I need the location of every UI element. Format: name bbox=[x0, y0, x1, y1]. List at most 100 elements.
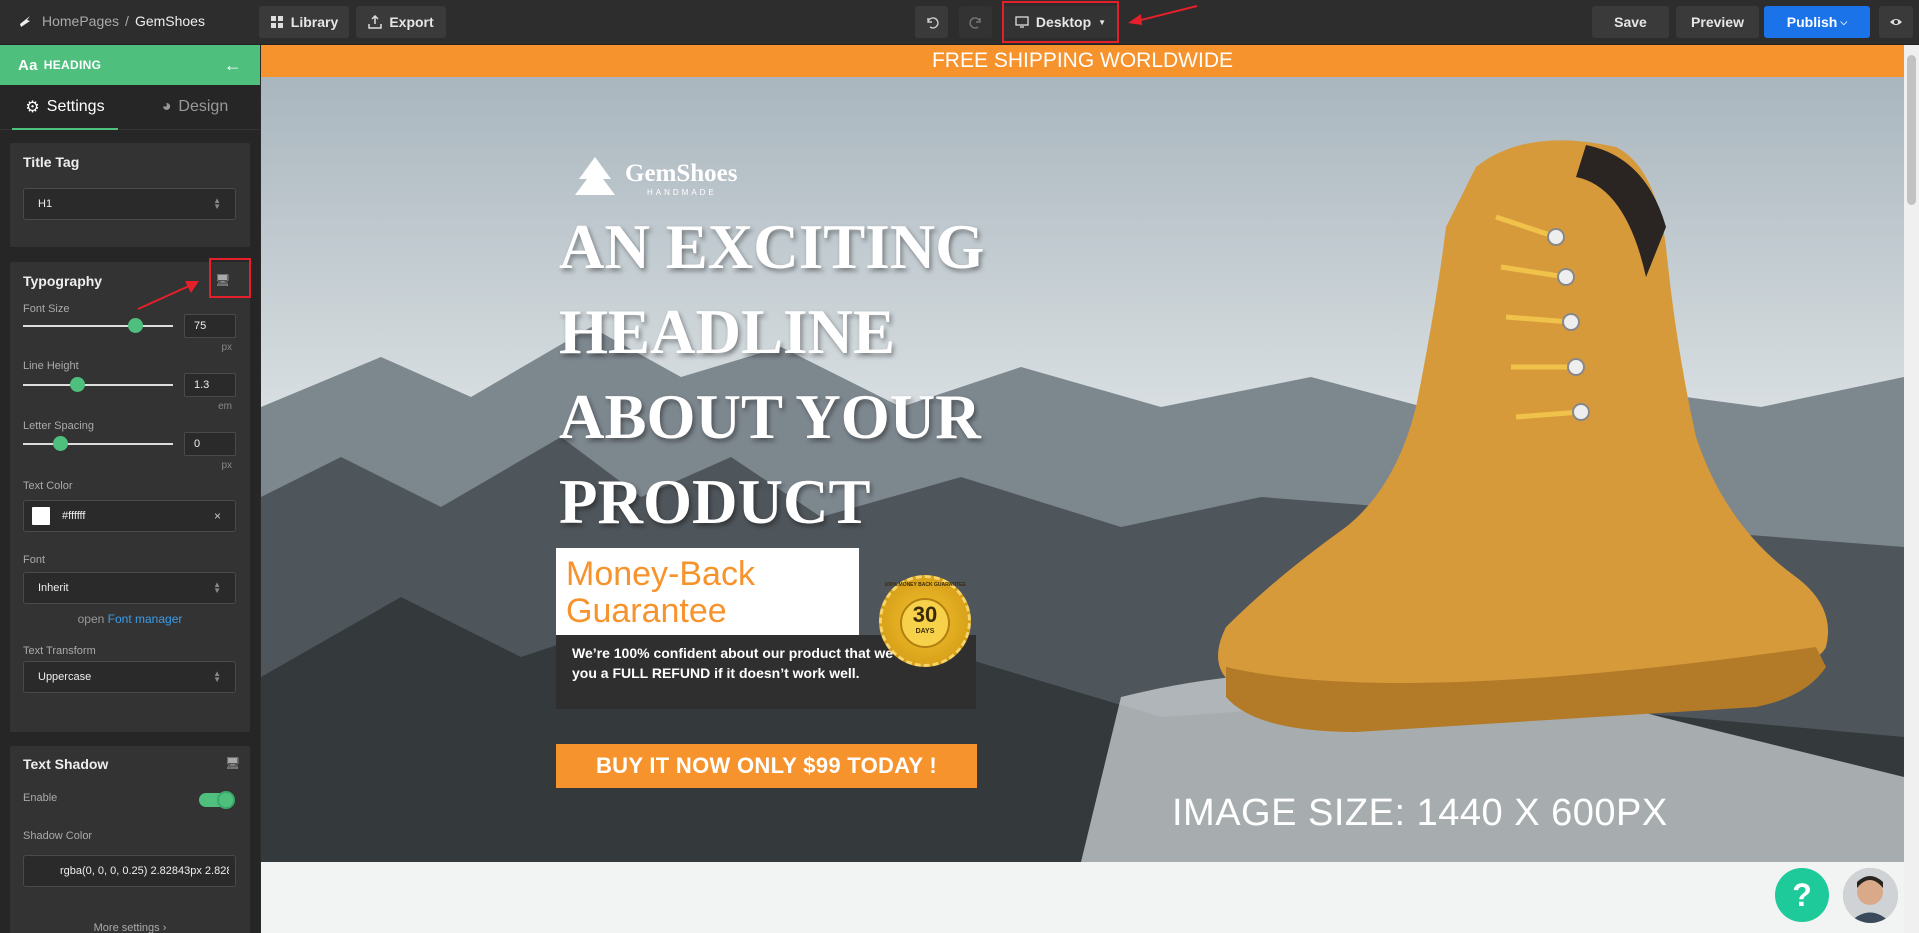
export-icon bbox=[368, 15, 383, 29]
select-arrows-icon: ▲ ▼ bbox=[213, 196, 221, 211]
font-label: Font bbox=[23, 554, 46, 566]
preview-label: Preview bbox=[1691, 14, 1744, 30]
letter-spacing-input[interactable]: 0 bbox=[184, 432, 236, 456]
font-size-input[interactable]: 75 bbox=[184, 314, 236, 338]
toggle-knob bbox=[217, 791, 235, 809]
shipping-banner[interactable]: FREE SHIPPING WORLDWIDE bbox=[261, 45, 1904, 77]
text-shadow-label: Text Shadow bbox=[23, 756, 109, 772]
hero-headline[interactable]: An exciting headline about your product bbox=[559, 205, 1039, 545]
breadcrumb-separator: / bbox=[125, 13, 129, 29]
letter-spacing-slider-handle[interactable] bbox=[53, 436, 68, 451]
app-logo-icon bbox=[20, 16, 30, 27]
line-height-slider-handle[interactable] bbox=[70, 377, 85, 392]
help-button[interactable]: ? bbox=[1775, 868, 1829, 922]
export-button[interactable]: Export bbox=[356, 6, 446, 38]
save-label: Save bbox=[1614, 14, 1647, 30]
font-manager-link[interactable]: Font manager bbox=[108, 612, 183, 626]
font-value: Inherit bbox=[38, 582, 69, 594]
breadcrumb: HomePages / GemShoes bbox=[18, 13, 205, 29]
letter-spacing-slider[interactable] bbox=[23, 436, 173, 451]
tab-design-label: Design bbox=[178, 98, 229, 115]
support-avatar[interactable] bbox=[1843, 868, 1898, 923]
save-button[interactable]: Save bbox=[1592, 6, 1669, 38]
text-color-value: #ffffff bbox=[62, 510, 86, 522]
export-label: Export bbox=[389, 14, 434, 30]
open-text: open bbox=[77, 612, 105, 626]
annotation-arrow-icon bbox=[137, 281, 199, 310]
tab-settings-label: Settings bbox=[46, 98, 105, 115]
text-color-field[interactable]: #ffffff × bbox=[23, 500, 236, 532]
library-label: Library bbox=[290, 14, 339, 30]
title-tag-select[interactable]: H1 ▲ ▼ bbox=[23, 188, 236, 220]
letter-spacing-unit: px bbox=[221, 460, 232, 471]
settings-sidebar: Aa HEADING ← ⚙ Settings ◕ Design Title T… bbox=[0, 45, 260, 933]
highlight-box-typography-device bbox=[209, 258, 251, 298]
publish-label: Publish bbox=[1786, 14, 1838, 30]
desktop-icon[interactable]: 🖥 bbox=[225, 756, 240, 770]
title-tag-panel: Title Tag H1 ▲ ▼ bbox=[10, 143, 250, 247]
font-manager-line: open Font manager bbox=[10, 612, 250, 626]
text-transform-select[interactable]: Uppercase ▲ ▼ bbox=[23, 661, 236, 693]
tab-settings[interactable]: ⚙ Settings bbox=[0, 85, 130, 130]
eye-icon bbox=[1890, 19, 1902, 25]
badge-days-label: DAYS bbox=[915, 628, 935, 635]
text-color-label: Text Color bbox=[23, 480, 73, 492]
visibility-toggle[interactable] bbox=[1879, 6, 1913, 38]
line-height-unit: em bbox=[218, 401, 232, 412]
text-transform-value: Uppercase bbox=[38, 671, 92, 683]
logo-subtitle: HANDMADE bbox=[647, 187, 717, 197]
editor-canvas: FREE SHIPPING WORLDWIDE GemShoes HANDMAD… bbox=[261, 45, 1904, 933]
shadow-toggle[interactable] bbox=[199, 791, 235, 809]
undo-button[interactable] bbox=[915, 6, 948, 38]
palette-icon: ◕ bbox=[161, 98, 172, 115]
breadcrumb-parent[interactable]: HomePages bbox=[42, 13, 119, 29]
line-height-input[interactable]: 1.3 bbox=[184, 373, 236, 397]
shadow-color-field[interactable]: rgba(0, 0, 0, 0.25) 2.82843px 2.82843px bbox=[23, 855, 236, 887]
redo-icon bbox=[968, 17, 981, 29]
badge-ring-text: 100% MONEY BACK GUARANTEE bbox=[884, 582, 966, 588]
color-swatch[interactable] bbox=[32, 507, 50, 525]
undo-icon bbox=[926, 17, 939, 29]
clear-color-icon[interactable]: × bbox=[214, 509, 221, 523]
shadow-color-value: rgba(0, 0, 0, 0.25) 2.82843px 2.82843px bbox=[60, 865, 229, 877]
top-toolbar: HomePages / GemShoes Library Export Desk… bbox=[0, 0, 1919, 45]
money-back-title[interactable]: Money-Back Guarantee bbox=[556, 548, 859, 635]
scrollbar-thumb[interactable] bbox=[1907, 55, 1916, 205]
back-arrow-icon[interactable]: ← bbox=[224, 55, 242, 76]
canvas-scrollbar[interactable] bbox=[1904, 45, 1919, 933]
title-tag-value: H1 bbox=[38, 198, 53, 210]
logo-name: GemShoes bbox=[625, 159, 738, 187]
avatar-icon bbox=[1843, 868, 1898, 923]
publish-button[interactable]: Publish ⌵ bbox=[1764, 6, 1870, 38]
select-arrows-icon: ▲ ▼ bbox=[213, 669, 221, 684]
line-height-slider[interactable] bbox=[23, 377, 173, 392]
library-button[interactable]: Library bbox=[259, 6, 349, 38]
boot-image-icon bbox=[1218, 140, 1828, 732]
chevron-down-icon: ⌵ bbox=[1840, 16, 1848, 27]
breadcrumb-current: GemShoes bbox=[134, 13, 205, 29]
preview-button[interactable]: Preview bbox=[1676, 6, 1759, 38]
buy-now-button[interactable]: BUY IT NOW ONLY $99 TODAY ! bbox=[556, 744, 977, 788]
annotation-arrow-icon bbox=[1128, 5, 1198, 25]
highlight-box-device bbox=[1002, 1, 1119, 43]
badge-days-number: 30 bbox=[912, 602, 938, 627]
gemshoes-logo[interactable]: GemShoes HANDMADE bbox=[571, 155, 738, 201]
tab-design[interactable]: ◕ Design bbox=[130, 85, 260, 129]
gear-icon: ⚙ bbox=[25, 99, 40, 116]
element-label: HEADING bbox=[43, 58, 102, 72]
select-arrows-icon: ▲ ▼ bbox=[213, 580, 221, 595]
font-select[interactable]: Inherit ▲ ▼ bbox=[23, 572, 236, 604]
hero-section[interactable]: GemShoes HANDMADE An exciting headline a… bbox=[261, 77, 1904, 862]
redo-button[interactable] bbox=[959, 6, 992, 38]
font-size-unit: px bbox=[221, 342, 232, 353]
guarantee-badge[interactable]: 30 DAYS 100% MONEY BACK GUARANTEE bbox=[879, 575, 971, 667]
shadow-color-swatch[interactable] bbox=[30, 862, 48, 880]
sidebar-tabs: ⚙ Settings ◕ Design bbox=[0, 85, 260, 130]
text-transform-label: Text Transform bbox=[23, 645, 96, 657]
more-settings-link[interactable]: More settings › bbox=[10, 922, 250, 933]
line-height-label: Line Height bbox=[23, 360, 79, 372]
font-size-slider[interactable] bbox=[23, 318, 173, 333]
font-size-slider-handle[interactable] bbox=[128, 318, 143, 333]
letter-spacing-label: Letter Spacing bbox=[23, 420, 94, 432]
enable-label: Enable bbox=[23, 792, 58, 804]
